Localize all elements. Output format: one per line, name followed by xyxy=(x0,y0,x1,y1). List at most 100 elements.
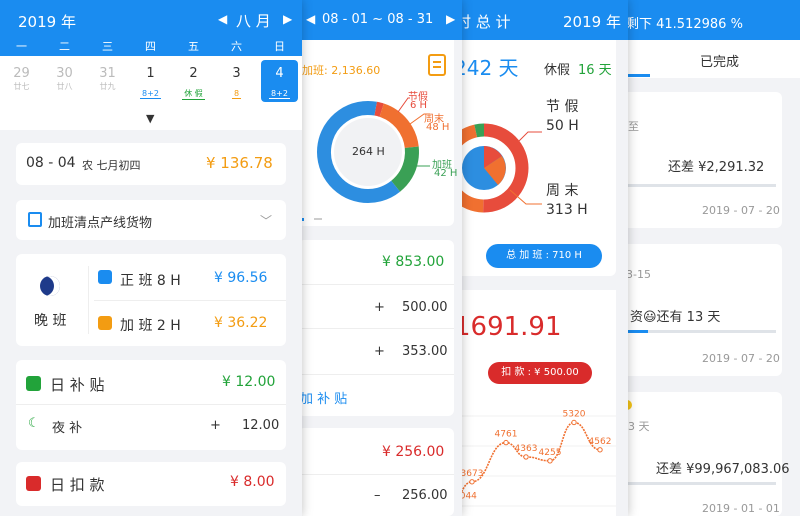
deduct-pill[interactable]: 扣 款 : ¥ 500.00 xyxy=(488,362,592,384)
tab-completed[interactable]: 已完成 xyxy=(700,51,739,70)
report-icon[interactable] xyxy=(428,54,446,76)
subsidy-icon xyxy=(26,376,41,391)
goal-days: 3 天 xyxy=(628,420,650,433)
weekday-label: 五 xyxy=(188,40,199,53)
calendar-day[interactable]: 30 廿八 xyxy=(46,60,83,102)
day-total: ¥ 136.78 xyxy=(206,154,273,172)
goal-id: 3-15 xyxy=(626,268,651,281)
day-number: 29 xyxy=(13,66,30,81)
calendar-day[interactable]: 31 廿九 xyxy=(89,60,126,102)
stage: 2019 年 剩下 41.512986 % 已完成 至 还差 ¥2,291.32… xyxy=(0,0,800,516)
panel-month-stats: ◀ 08 - 01 ~ 08 - 31 ▶ 加班: 2,136.60 264 H… xyxy=(298,0,462,516)
goal-progress-track xyxy=(610,482,776,485)
weekend-hours: 313 H xyxy=(546,202,588,218)
add-subsidy-link[interactable]: 加 补 贴 xyxy=(300,388,347,407)
regular-amount: ¥ 96.56 xyxy=(214,270,268,286)
overtime-pay: 加班: 2,136.60 xyxy=(302,64,381,77)
date-range: 08 - 01 ~ 08 - 31 xyxy=(322,12,434,27)
income-item: 353.00 xyxy=(402,344,448,359)
weekday-label: 二 xyxy=(59,40,70,53)
month-header: ◀ 08 - 01 ~ 08 - 31 ▶ xyxy=(298,0,462,40)
day-sub: 廿八 xyxy=(56,82,73,91)
income-total: ¥ 853.00 xyxy=(382,254,445,270)
shift-divider xyxy=(88,266,89,334)
holiday-label: 节 假 xyxy=(546,99,579,115)
calendar-day[interactable]: 2 休 假 xyxy=(175,60,212,102)
prev-month-icon[interactable]: ◀ xyxy=(306,12,315,26)
goal-text: 资😃还有 13 天 xyxy=(630,310,721,325)
weekday-label: 一 xyxy=(16,40,27,53)
night-moon-icon: ☾ xyxy=(28,416,40,431)
day-number: 1 xyxy=(146,66,155,81)
goal-date: 2019 - 01 - 01 xyxy=(702,502,780,515)
goals-header: 2019 年 剩下 41.512986 % xyxy=(600,0,800,40)
goal-small-char: 至 xyxy=(628,120,639,133)
monthly-line-chart: 3044367347614363 425553204562 xyxy=(450,409,616,508)
goals-tabbar: 已完成 xyxy=(600,40,800,78)
calendar-day[interactable]: 1 8+2 xyxy=(132,60,169,102)
calendar-month: 八 月 xyxy=(236,12,271,30)
next-month-icon[interactable]: ▶ xyxy=(446,12,455,26)
weekday-label: 四 xyxy=(145,40,156,53)
row-divider xyxy=(94,300,286,301)
divider xyxy=(298,474,454,475)
day-number: 4 xyxy=(275,66,284,81)
prev-month-icon[interactable]: ◀ xyxy=(218,12,227,26)
calendar-year: 2019 年 xyxy=(18,13,76,31)
note-chevron-icon[interactable]: ﹀ xyxy=(260,212,272,229)
data-label: 4761 xyxy=(495,430,518,440)
money-total: 1691.91 xyxy=(454,312,562,342)
work-days: 242 天 xyxy=(454,56,519,80)
income-card: ¥ 853.00 + 500.00 + 353.00 加 补 贴 xyxy=(298,240,454,416)
plus-sign: + xyxy=(374,300,385,315)
goal-progress-track xyxy=(648,330,776,333)
calendar-day[interactable]: 4 8+2 xyxy=(261,60,298,102)
plus-sign: + xyxy=(374,344,385,359)
weekday-label: 日 xyxy=(274,40,285,53)
weekday-row: 一二三四五六日 xyxy=(0,38,302,54)
deduct-amount: ¥ 8.00 xyxy=(230,474,275,490)
goal-diff: 还差 ¥2,291.32 xyxy=(668,160,765,175)
holiday-hours: 50 H xyxy=(546,118,579,134)
goal-date: 2019 - 07 - 20 xyxy=(702,352,780,365)
date-card: 08 - 04 农 七月初四 ¥ 136.78 xyxy=(16,143,286,185)
goals-remaining: 剩下 41.512986 % xyxy=(626,17,743,32)
expand-arrow-icon[interactable]: ▼ xyxy=(146,112,154,125)
lunar-date: 农 七月初四 xyxy=(82,159,141,172)
goal-date: 2019 - 07 - 20 xyxy=(702,204,780,217)
income-item: 500.00 xyxy=(402,300,448,315)
data-label: 4562 xyxy=(589,437,612,447)
overtime-icon xyxy=(98,316,112,330)
day-row: 29 廿七 30 廿八 31 廿九 1 8+2 2 休 假 3 8 4 8+2 xyxy=(0,56,302,106)
goal-card[interactable]: 3-15 资😃还有 13 天 2019 - 07 - 20 xyxy=(610,244,782,376)
next-month-icon[interactable]: ▶ xyxy=(283,12,292,26)
day-sub: 休 假 xyxy=(182,89,205,100)
calendar-days: 29 廿七 30 廿八 31 廿九 1 8+2 2 休 假 3 8 4 8+2 ▼ xyxy=(0,56,302,130)
day-sub: 廿七 xyxy=(13,82,30,91)
data-label: 4363 xyxy=(515,444,538,454)
label-weekend-hours: 48 H xyxy=(426,122,450,133)
total-overtime-pill[interactable]: 总 加 班 : 710 H xyxy=(486,244,602,268)
month-donut-card: 加班: 2,136.60 264 H 节假 6 H 周末 48 H 加班 42 … xyxy=(298,40,457,226)
day-number: 3 xyxy=(232,66,241,81)
summary-year: 2019 年 xyxy=(563,13,621,31)
goal-card[interactable]: 3 天 还差 ¥99,967,083.06 2019 - 01 - 01 xyxy=(610,392,790,516)
shift-name: 晚 班 xyxy=(34,313,67,329)
data-point xyxy=(571,419,577,426)
note-card[interactable]: 加班清点产线货物 ﹀ xyxy=(16,200,286,240)
day-number: 2 xyxy=(189,66,198,81)
goal-diff: 还差 ¥99,967,083.06 xyxy=(656,462,790,477)
calendar-day[interactable]: 29 廿七 xyxy=(3,60,40,102)
divider xyxy=(298,284,454,285)
shift-card: 晚 班 正 班 8 H ¥ 96.56 加 班 2 H ¥ 36.22 xyxy=(16,254,286,346)
day-sub: 8+2 xyxy=(269,89,290,99)
selected-date: 08 - 04 xyxy=(26,155,76,171)
summary-card: 242 天 休假 16 天 节 假 50 H 周 末 313 H 总 加 班 :… xyxy=(450,40,616,276)
calendar-header: 2019 年 ◀ 八 月 ▶ 一 二 三 四 五 六 日 xyxy=(0,0,302,62)
goal-card[interactable]: 至 还差 ¥2,291.32 2019 - 07 - 20 xyxy=(610,92,782,228)
calendar-day[interactable]: 38 xyxy=(218,60,255,102)
weekend-label: 周 末 xyxy=(546,183,579,199)
data-point xyxy=(503,439,509,446)
weekday-label: 六 xyxy=(231,40,242,53)
panel-day: 2019 年 ◀ 八 月 ▶ 一二三四五六日 29 廿七 30 廿八 31 廿九 1 8+2 2… xyxy=(0,0,302,516)
